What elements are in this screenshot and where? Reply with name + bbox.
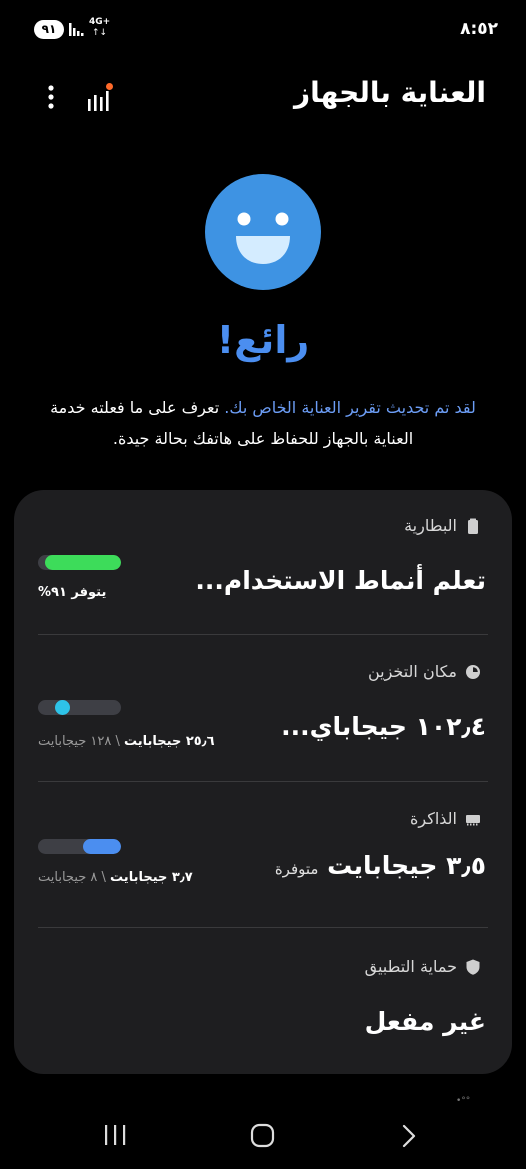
battery-icon: [468, 518, 478, 534]
battery-level-badge: ٩١: [34, 20, 64, 39]
storage-label: مكان التخزين: [367, 662, 457, 681]
memory-section-title: الذاكرة: [410, 809, 481, 828]
storage-section-title: مكان التخزين: [368, 662, 481, 681]
battery-level-fill: [45, 555, 121, 570]
battery-available-text: يتوفر ٩١%: [38, 585, 106, 600]
app-protection-section[interactable]: حماية التطبيق غير مفعل: [14, 957, 512, 1057]
page-indicator: •°°: [456, 1096, 471, 1106]
navigation-bar: [0, 1108, 526, 1169]
recent-apps-icon[interactable]: [103, 1124, 127, 1146]
home-icon[interactable]: [250, 1123, 275, 1148]
shield-icon: [466, 959, 480, 975]
memory-chip-icon: [466, 814, 480, 825]
memory-used-value: ٣٫٧ جيجابايت: [110, 870, 193, 885]
more-vertical-icon[interactable]: [36, 82, 66, 112]
storage-free-value: ٢٥٫٦ جيجابايت: [124, 734, 215, 749]
memory-usage-bar: [38, 839, 121, 854]
device-care-card: البطارية تعلم أنماط الاستخدام... يتوفر ٩…: [14, 490, 512, 1074]
divider: [38, 927, 488, 928]
storage-usage-marker: [54, 700, 70, 715]
memory-separator: \: [97, 870, 111, 885]
storage-capacity-text: ٢٥٫٦ جيجابايت \ ١٢٨ جيجابايت: [38, 734, 215, 749]
back-icon[interactable]: [400, 1124, 418, 1148]
battery-level-bar: [38, 555, 121, 570]
battery-available-value: يتوفر ٩١%: [38, 585, 107, 600]
app-protection-status: غير مفعل: [364, 1007, 486, 1036]
status-bar: ٩١ 4G+ ↑↓ ٨:٥٢: [0, 0, 526, 60]
report-link[interactable]: لقد تم تحديث تقرير العناية الخاص بك.: [224, 398, 476, 417]
battery-section-title: البطارية: [404, 516, 481, 535]
battery-status-value: تعلم أنماط الاستخدام...: [195, 566, 486, 595]
memory-total-value: ٨ جيجابايت: [38, 870, 98, 885]
page-title: العناية بالجهاز: [294, 76, 486, 109]
memory-section[interactable]: الذاكرة ٣٫٥ جيجابايت متوفرة ٣٫٧ جيجابايت…: [14, 809, 512, 929]
storage-usage-bar: [38, 700, 121, 715]
app-protection-section-title: حماية التطبيق: [365, 957, 481, 976]
pie-chart-icon: [466, 664, 480, 679]
battery-label: البطارية: [404, 516, 457, 535]
data-arrows-icon: ↑↓: [92, 28, 108, 38]
smiley-face-icon: [205, 174, 321, 290]
storage-section[interactable]: مكان التخزين ١٠٢٫٤ جيجاباي... ٢٥٫٦ جيجاب…: [14, 662, 512, 782]
memory-available-value: ٣٫٥ جيجابايت متوفرة: [275, 851, 486, 880]
memory-available-amount: ٣٫٥ جيجابايت: [327, 851, 486, 880]
storage-total-value: ١٢٨ جيجابايت: [38, 734, 112, 749]
divider: [38, 781, 488, 782]
divider: [38, 634, 488, 635]
status-headline: رائع!: [216, 318, 310, 362]
storage-separator: \: [111, 734, 125, 749]
memory-capacity-text: ٣٫٧ جيجابايت \ ٨ جيجابايت: [38, 870, 193, 885]
clock: ٨:٥٢: [460, 19, 498, 39]
battery-section[interactable]: البطارية تعلم أنماط الاستخدام... يتوفر ٩…: [14, 516, 512, 636]
memory-label: الذاكرة: [410, 809, 457, 828]
memory-available-suffix: متوفرة: [274, 860, 319, 878]
cell-signal-icon: [69, 23, 84, 36]
signal-chart-icon[interactable]: [84, 82, 116, 114]
memory-usage-fill: [82, 839, 121, 854]
report-description: لقد تم تحديث تقرير العناية الخاص بك. تعر…: [40, 392, 486, 454]
network-type-label: 4G+: [89, 17, 111, 27]
storage-used-value: ١٠٢٫٤ جيجاباي...: [281, 712, 486, 741]
app-protection-label: حماية التطبيق: [364, 957, 457, 976]
